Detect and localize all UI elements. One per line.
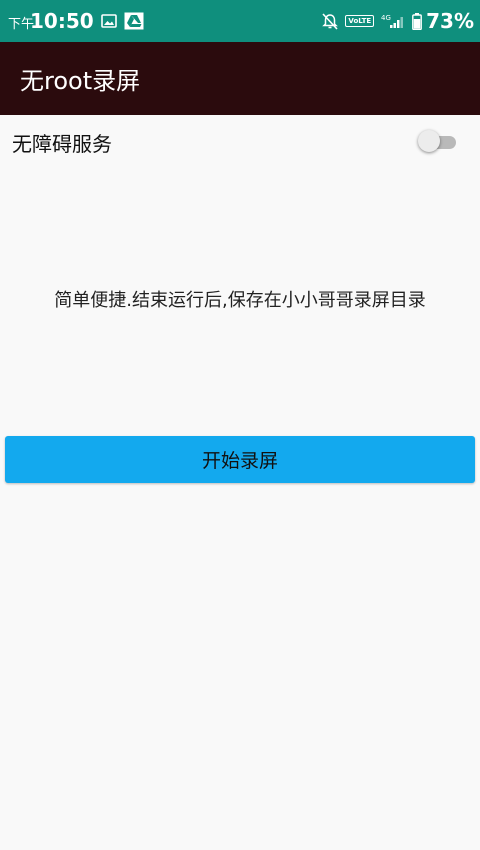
- start-recording-button[interactable]: 开始录屏: [5, 436, 475, 483]
- image-icon: [100, 14, 117, 28]
- battery-percent: 73%: [426, 9, 474, 33]
- status-bar-right: VoLTE 4G 73%: [322, 9, 474, 33]
- status-bar: 下午10:50 VoLTE 4G 73%: [0, 0, 480, 42]
- network-type-label: 4G: [381, 14, 391, 22]
- bell-off-icon: [322, 12, 339, 30]
- battery-icon: [412, 12, 423, 30]
- toggle-thumb: [418, 130, 440, 152]
- clock: 10:50: [30, 9, 94, 33]
- app-title: 无root录屏: [20, 67, 141, 95]
- signal-icon: 4G: [381, 13, 405, 29]
- accessibility-service-toggle[interactable]: [418, 130, 458, 154]
- volte-icon: VoLTE: [345, 15, 375, 27]
- accessibility-service-label: 无障碍服务: [12, 131, 112, 156]
- description-text: 简单便捷.结束运行后,保存在小小哥哥录屏目录: [54, 290, 426, 311]
- accessibility-service-row[interactable]: 无障碍服务: [12, 122, 458, 162]
- drive-icon: [124, 12, 144, 30]
- status-bar-left: 下午10:50: [8, 9, 144, 33]
- app-bar: 无root录屏: [0, 42, 480, 115]
